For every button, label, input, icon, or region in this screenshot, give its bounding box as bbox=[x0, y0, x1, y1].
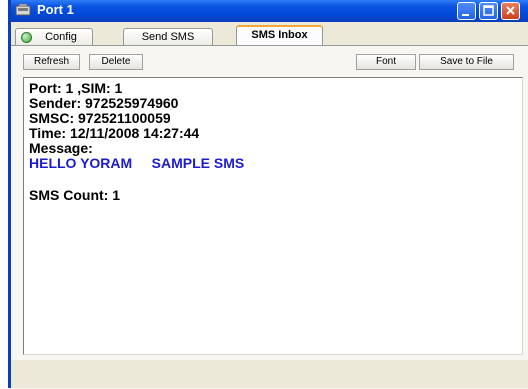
tab-strip: Config Send SMS SMS Inbox bbox=[11, 24, 528, 46]
tab-config[interactable]: Config bbox=[15, 28, 93, 45]
message-text: HELLO YORAM SAMPLE SMS bbox=[29, 155, 245, 171]
tab-send-sms[interactable]: Send SMS bbox=[123, 28, 213, 45]
minimize-button[interactable] bbox=[457, 2, 476, 20]
time-text: Time: 12/11/2008 14:27:44 bbox=[29, 125, 200, 141]
minimize-icon bbox=[462, 14, 469, 16]
title-bar[interactable]: Port 1 bbox=[11, 0, 528, 22]
app-icon bbox=[15, 3, 31, 17]
tab-send-sms-label: Send SMS bbox=[141, 31, 195, 43]
status-bar bbox=[11, 360, 528, 388]
tab-config-label: Config bbox=[45, 31, 77, 43]
smsc-text: SMSC: 972521100059 bbox=[29, 110, 171, 126]
connection-status-icon bbox=[21, 32, 32, 43]
window-title: Port 1 bbox=[37, 2, 74, 17]
sender-text: Sender: 972525974960 bbox=[29, 95, 179, 111]
port-window: Port 1 Config Send SMS SMS Inbox Refresh… bbox=[8, 0, 528, 389]
maximize-button[interactable] bbox=[479, 2, 498, 20]
port-sim-text: Port: 1 ,SIM: 1 bbox=[29, 80, 123, 96]
close-button[interactable] bbox=[501, 2, 520, 20]
message-display[interactable]: Port: 1 ,SIM: 1 Sender: 972525974960 SMS… bbox=[23, 77, 523, 355]
refresh-button[interactable]: Refresh bbox=[23, 54, 80, 70]
save-to-file-button[interactable]: Save to File bbox=[419, 54, 514, 70]
maximize-icon bbox=[483, 5, 494, 16]
sms-count-text: SMS Count: 1 bbox=[29, 187, 120, 203]
close-icon bbox=[506, 6, 515, 15]
tab-sms-inbox-label: SMS Inbox bbox=[251, 29, 308, 41]
font-button[interactable]: Font bbox=[356, 54, 416, 70]
tab-sms-inbox[interactable]: SMS Inbox bbox=[236, 25, 323, 46]
delete-button[interactable]: Delete bbox=[89, 54, 143, 70]
message-label: Message: bbox=[29, 140, 93, 156]
